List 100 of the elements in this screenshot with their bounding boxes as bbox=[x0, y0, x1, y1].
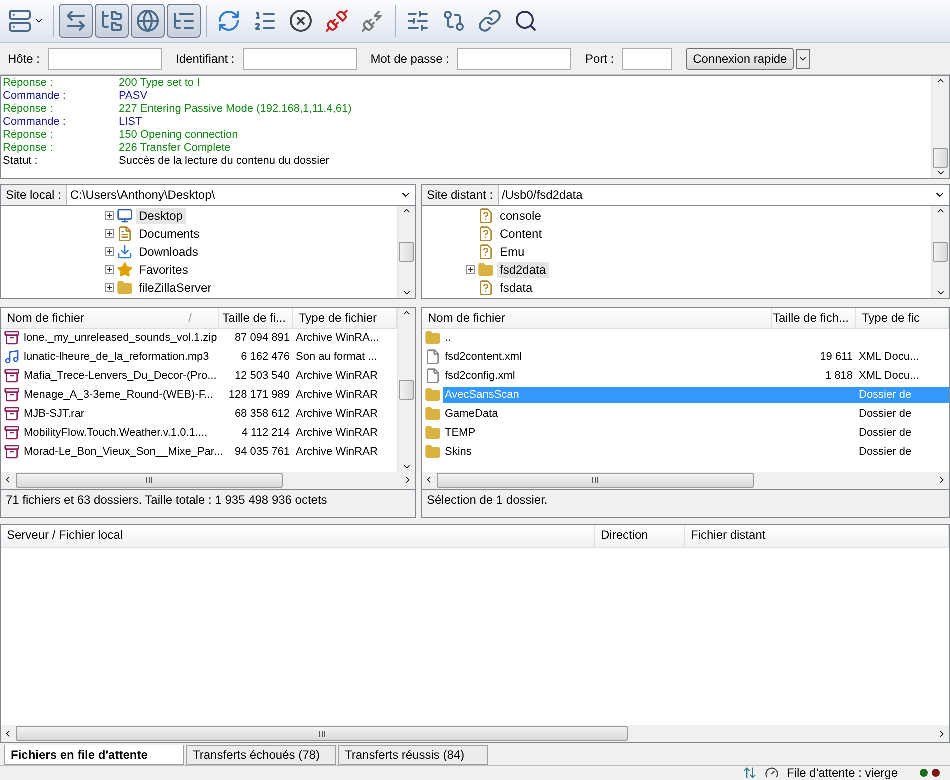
column-header[interactable]: Nom de fichier bbox=[422, 308, 772, 328]
document-icon bbox=[117, 226, 133, 242]
file-name[interactable]: lone._my_unreleased_sounds_vol.1.zip bbox=[22, 330, 220, 346]
expand-icon[interactable] bbox=[105, 283, 114, 292]
tree-item[interactable]: Documents bbox=[136, 226, 203, 242]
tree-item[interactable]: console bbox=[497, 208, 544, 224]
scrollbar[interactable] bbox=[931, 76, 949, 178]
column-header[interactable]: Type de fic bbox=[856, 308, 949, 328]
scrollbar[interactable] bbox=[422, 472, 949, 489]
expand-icon[interactable] bbox=[105, 229, 114, 238]
scroll-thumb[interactable] bbox=[933, 242, 948, 262]
folder-icon bbox=[425, 425, 441, 442]
grip-icon bbox=[146, 477, 153, 484]
tree-item[interactable]: Desktop bbox=[136, 208, 186, 224]
column-header[interactable]: Nom de fichier / bbox=[1, 308, 219, 328]
scrollbar[interactable] bbox=[397, 206, 415, 298]
queue-tab[interactable]: Fichiers en file d'attente bbox=[4, 745, 184, 765]
archive-icon bbox=[4, 330, 20, 346]
archive-icon bbox=[4, 368, 20, 384]
folder-icon bbox=[478, 262, 494, 278]
expand-icon[interactable] bbox=[105, 247, 114, 256]
scroll-thumb[interactable] bbox=[437, 472, 754, 488]
quickconnect-button[interactable]: Connexion rapide bbox=[686, 48, 794, 70]
scroll-thumb[interactable] bbox=[933, 148, 948, 168]
sort-mark: / bbox=[188, 310, 192, 325]
scrollbar[interactable] bbox=[1, 472, 415, 489]
path-field[interactable]: C:\Users\Anthony\Desktop\ bbox=[67, 184, 415, 205]
folder-icon bbox=[117, 280, 133, 296]
file-name[interactable]: MobilityFlow.Touch.Weather.v.1.0.1.... bbox=[22, 425, 210, 442]
log-message: Succès de la lecture du contenu du dossier bbox=[119, 155, 330, 168]
expand-icon[interactable] bbox=[105, 265, 114, 274]
tree-item[interactable]: fileZillaServer bbox=[136, 280, 215, 296]
scrollbar[interactable] bbox=[931, 206, 949, 298]
file-name[interactable]: Morad-Le_Bon_Vieux_Son__Mixe_Par... bbox=[22, 444, 226, 460]
column-header[interactable]: Taille de fi... bbox=[219, 308, 293, 328]
column-header[interactable]: Direction bbox=[595, 524, 685, 547]
column-header[interactable]: Fichier distant bbox=[685, 524, 949, 547]
scrollbar[interactable] bbox=[1, 725, 949, 742]
log-label: Réponse : bbox=[3, 129, 54, 142]
tree-item[interactable]: Content bbox=[497, 226, 546, 242]
archive-icon bbox=[4, 387, 20, 404]
tree-item[interactable]: fsd2data bbox=[497, 262, 550, 278]
globe-icon bbox=[136, 8, 160, 33]
file-size: 12 503 540 bbox=[234, 369, 291, 384]
file-name[interactable]: Mafia_Trece-Lenvers_Du_Decor-(Pro... bbox=[22, 368, 219, 384]
cancel-icon bbox=[289, 8, 313, 33]
tree-item[interactable]: Emu bbox=[497, 244, 528, 260]
transfer-icon bbox=[742, 766, 757, 780]
scroll-thumb[interactable] bbox=[399, 380, 414, 400]
music-file-icon bbox=[4, 349, 20, 366]
column-header[interactable]: Taille de fich... bbox=[772, 308, 856, 328]
scroll-thumb[interactable] bbox=[399, 242, 414, 262]
file-size: 1 818 bbox=[824, 369, 854, 384]
file-name[interactable]: TEMP bbox=[443, 425, 478, 442]
tree-item[interactable]: Favorites bbox=[136, 262, 192, 278]
file-name[interactable]: .. bbox=[443, 330, 454, 346]
star-icon bbox=[117, 262, 133, 278]
status-text: Sélection de 1 dossier. bbox=[421, 490, 950, 518]
folder-icon bbox=[425, 406, 441, 422]
link-icon bbox=[478, 8, 502, 33]
file-name[interactable]: fsd2config.xml bbox=[443, 368, 518, 384]
file-size: 68 358 612 bbox=[234, 407, 291, 422]
question-folder-icon bbox=[478, 244, 494, 260]
field-label: Mot de passe : bbox=[370, 52, 450, 66]
folder-icon bbox=[425, 444, 441, 460]
input-field[interactable] bbox=[457, 48, 572, 70]
tree-item[interactable]: fsdata bbox=[497, 280, 536, 296]
file-type: Dossier de bbox=[858, 445, 913, 460]
file-size: 6 162 476 bbox=[240, 350, 291, 366]
file-name[interactable]: GameData bbox=[443, 406, 500, 422]
column-header[interactable]: Serveur / Fichier local bbox=[1, 524, 595, 547]
queue-tab[interactable]: Transferts réussis (84) bbox=[338, 745, 488, 765]
file-type: Archive WinRAR bbox=[295, 407, 379, 422]
input-field[interactable] bbox=[622, 48, 672, 70]
file-name[interactable]: lunatic-lheure_de_la_reformation.mp3 bbox=[22, 349, 212, 366]
scroll-thumb[interactable] bbox=[16, 726, 628, 741]
expand-icon[interactable] bbox=[105, 211, 114, 220]
tree-item[interactable]: Downloads bbox=[136, 244, 202, 260]
log-label: Statut : bbox=[3, 155, 39, 168]
search-icon bbox=[514, 8, 538, 33]
file-type: XML Docu... bbox=[858, 350, 920, 366]
file-name[interactable]: Menage_A_3-3eme_Round-(WEB)-F... bbox=[22, 387, 216, 404]
folder-icon bbox=[425, 330, 441, 346]
queue-tab[interactable]: Transferts échoués (78) bbox=[186, 745, 336, 765]
expand-icon[interactable] bbox=[466, 265, 475, 274]
file-name[interactable]: MJB-SJT.rar bbox=[22, 406, 86, 422]
file-size: 4 112 214 bbox=[240, 426, 291, 442]
compare-icon bbox=[442, 8, 466, 33]
dropdown-button[interactable] bbox=[796, 48, 810, 69]
input-field[interactable] bbox=[48, 48, 162, 70]
scrollbar[interactable] bbox=[397, 308, 415, 472]
speed-icon bbox=[764, 766, 779, 780]
file-type: Dossier de bbox=[856, 387, 949, 404]
file-name[interactable]: Skins bbox=[443, 444, 474, 460]
sliders-icon bbox=[406, 8, 430, 33]
input-field[interactable] bbox=[242, 48, 357, 70]
file-name[interactable]: fsd2content.xml bbox=[443, 349, 524, 366]
scroll-thumb[interactable] bbox=[16, 472, 283, 488]
path-field[interactable]: /Usb0/fsd2data bbox=[499, 184, 949, 205]
question-folder-icon bbox=[478, 280, 494, 296]
